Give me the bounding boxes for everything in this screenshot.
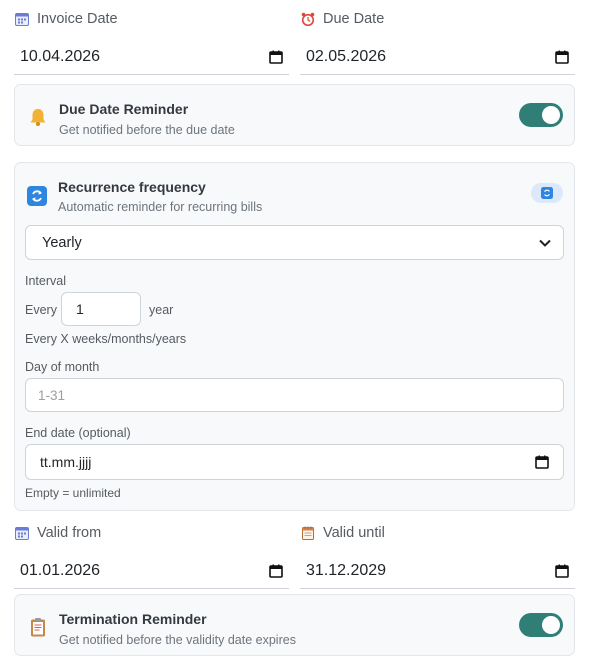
recurrence-subtitle: Automatic reminder for recurring bills — [58, 200, 263, 214]
valid-until-label: Valid until — [323, 525, 385, 541]
valid-until-input[interactable]: 31.12.2029 — [300, 553, 575, 589]
calendar-picker-icon[interactable] — [535, 455, 549, 469]
due-date-label: Due Date — [323, 11, 385, 27]
valid-from-label: Valid from — [37, 525, 102, 541]
calendar-picker-icon[interactable] — [269, 50, 283, 64]
toggle-knob — [542, 616, 560, 634]
invoice-date-label: Invoice Date — [37, 11, 118, 27]
due-reminder-title: Due Date Reminder — [59, 101, 189, 117]
interval-input[interactable]: 1 — [61, 292, 141, 326]
due-reminder-card: Due Date Reminder Get notified before th… — [14, 84, 575, 146]
calendar-picker-icon[interactable] — [555, 564, 569, 578]
recurrence-card: Recurrence frequency Automatic reminder … — [14, 162, 575, 511]
termination-reminder-toggle[interactable] — [519, 613, 563, 637]
termination-reminder-card: Termination Reminder Get notified before… — [14, 594, 575, 656]
invoice-date-input[interactable]: 10.04.2026 — [14, 39, 289, 75]
toggle-knob — [542, 106, 560, 124]
due-date-input[interactable]: 02.05.2026 — [300, 39, 575, 75]
valid-until-group: Valid until 31.12.2029 — [300, 522, 575, 589]
due-reminder-subtitle: Get notified before the due date — [59, 123, 235, 137]
every-label: Every — [25, 303, 57, 317]
day-of-month-input[interactable]: 1-31 — [25, 378, 564, 412]
alarm-clock-icon — [300, 11, 316, 27]
calendar-picker-icon[interactable] — [269, 564, 283, 578]
calendar-spiral-icon — [300, 525, 316, 541]
validity-row: Valid from 01.01.2026 Valid until 31.12.… — [14, 522, 575, 589]
end-date-label: End date (optional) — [25, 426, 131, 440]
invoice-date-group: Invoice Date 10.04.2026 — [14, 8, 289, 75]
repeat-icon — [27, 186, 47, 206]
interval-hint: Every X weeks/months/years — [25, 332, 187, 346]
bell-icon — [28, 107, 48, 127]
termination-reminder-subtitle: Get notified before the validity date ex… — [59, 633, 296, 647]
valid-from-value: 01.01.2026 — [20, 561, 101, 579]
valid-until-value: 31.12.2029 — [306, 561, 387, 579]
end-date-hint: Empty = unlimited — [25, 486, 121, 500]
invoice-date-value: 10.04.2026 — [20, 47, 101, 65]
frequency-select[interactable]: Yearly — [25, 225, 564, 260]
chevron-down-icon — [539, 239, 551, 247]
valid-from-group: Valid from 01.01.2026 — [14, 522, 289, 589]
recurrence-title: Recurrence frequency — [58, 179, 206, 195]
due-reminder-toggle[interactable] — [519, 103, 563, 127]
due-date-group: Due Date 02.05.2026 — [300, 8, 575, 75]
interval-value: 1 — [76, 301, 84, 317]
calendar-icon — [14, 11, 30, 27]
day-of-month-placeholder: 1-31 — [38, 387, 66, 403]
interval-label: Interval — [25, 274, 66, 288]
invoice-due-row: Invoice Date 10.04.2026 Due Date 02.05.2… — [14, 8, 575, 75]
interval-unit-label: year — [149, 303, 174, 317]
end-date-placeholder: tt.mm.jjjj — [40, 454, 92, 470]
clipboard-icon — [28, 617, 48, 637]
end-date-input[interactable]: tt.mm.jjjj — [25, 444, 564, 480]
valid-from-input[interactable]: 01.01.2026 — [14, 553, 289, 589]
termination-reminder-title: Termination Reminder — [59, 611, 207, 627]
frequency-value: Yearly — [42, 234, 82, 251]
repeat-badge-icon — [531, 183, 563, 203]
calendar-icon — [14, 525, 30, 541]
calendar-picker-icon[interactable] — [555, 50, 569, 64]
due-date-value: 02.05.2026 — [306, 47, 387, 65]
day-of-month-label: Day of month — [25, 360, 100, 374]
